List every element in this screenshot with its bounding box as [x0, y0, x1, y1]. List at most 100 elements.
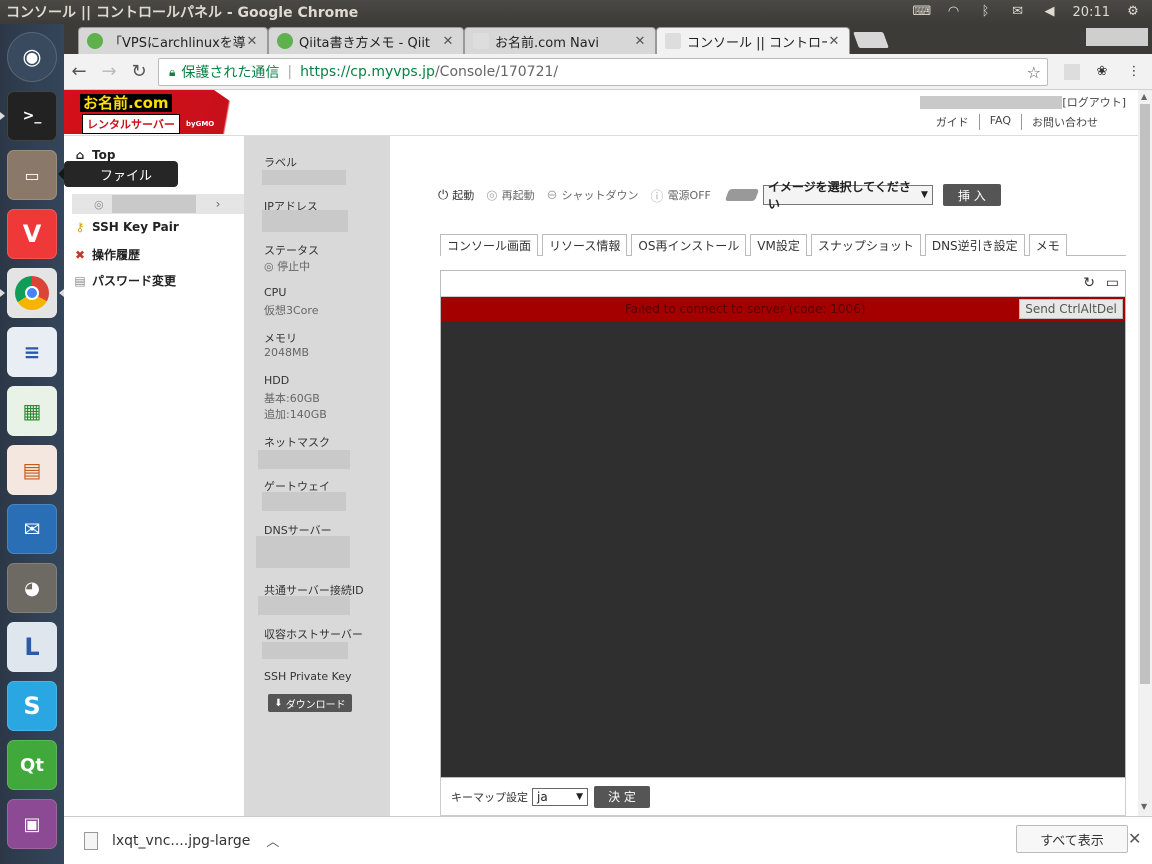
- power-off-option[interactable]: ⓘ 電源OFF: [651, 186, 711, 205]
- dns-value-redacted: [256, 536, 350, 568]
- tab-console-screen[interactable]: コンソール画面: [440, 234, 539, 256]
- netmask-value-redacted: [258, 450, 350, 469]
- insert-button[interactable]: 挿 入: [942, 184, 1001, 206]
- mail-icon[interactable]: ✉: [1009, 5, 1027, 19]
- host-label: 収容ホストサーバー: [264, 628, 363, 641]
- chevron-right-icon: ›: [215, 197, 221, 211]
- tab-console[interactable]: コンソール || コントロー ✕: [656, 27, 850, 54]
- guide-link[interactable]: ガイド: [926, 114, 979, 130]
- tab-close-icon[interactable]: ✕: [441, 34, 455, 49]
- tab-memo[interactable]: メモ: [1028, 234, 1067, 256]
- fullscreen-icon[interactable]: ▭: [1106, 275, 1119, 291]
- qt-creator-icon[interactable]: Qt: [7, 740, 57, 790]
- tab-dns-reverse[interactable]: DNS逆引き設定: [924, 234, 1025, 256]
- tab-archlinux[interactable]: 「VPSにarchlinuxを導 ✕: [78, 27, 268, 54]
- menu-password[interactable]: ▤ パスワード変更: [72, 272, 176, 289]
- netmask-label: ネットマスク: [264, 436, 330, 449]
- scroll-up-icon[interactable]: ▲: [1141, 92, 1147, 101]
- writer-icon[interactable]: ≡: [7, 327, 57, 377]
- new-tab-button[interactable]: [853, 32, 889, 48]
- power-start-option[interactable]: ⏻ 起動: [438, 187, 474, 203]
- back-icon[interactable]: ←: [64, 61, 94, 82]
- reload-icon[interactable]: ↻: [124, 61, 154, 82]
- tab-close-icon[interactable]: ✕: [827, 34, 841, 49]
- wifi-icon[interactable]: ◠: [945, 5, 963, 19]
- keyboard-icon[interactable]: ⌨: [913, 5, 932, 19]
- chrome-icon[interactable]: [7, 268, 57, 318]
- skype-icon[interactable]: S: [7, 681, 57, 731]
- workspace-switcher-icon[interactable]: ▣: [7, 799, 57, 849]
- url-path: /Console/170721/: [434, 64, 559, 80]
- page-viewport: お名前.com レンタルサーバー byGMO [ログアウト] ガイド FAQ お…: [64, 90, 1138, 816]
- ubuntu-dash-icon[interactable]: ◉: [7, 32, 57, 82]
- power-shutdown-option[interactable]: ⊖ シャットダウン: [547, 187, 639, 203]
- tab-resources[interactable]: リソース情報: [542, 234, 628, 256]
- impress-icon[interactable]: ▤: [7, 445, 57, 495]
- power-restart-option[interactable]: ◎ 再起動: [486, 187, 534, 203]
- bluetooth-icon[interactable]: ᛒ: [977, 5, 995, 19]
- menu-top-label: Top: [92, 148, 116, 162]
- qiita-favicon-icon: [277, 33, 293, 49]
- gimp-icon[interactable]: ◕: [7, 563, 57, 613]
- tab-vm-settings[interactable]: VM設定: [750, 234, 807, 256]
- volume-icon[interactable]: ◀: [1041, 5, 1059, 19]
- browser-toolbar: ← → ↻ 🔒︎ 保護された通信 | https://cp.myvps.jp /…: [64, 54, 1152, 90]
- tab-close-icon[interactable]: ✕: [245, 34, 259, 49]
- tab-onamae-navi[interactable]: お名前.com Navi ✕: [464, 27, 656, 54]
- download-button[interactable]: ⬇ ダウンロード: [268, 694, 352, 712]
- menu-ssh-key-pair[interactable]: ⚷ SSH Key Pair: [72, 220, 179, 234]
- vivaldi-icon[interactable]: V: [7, 209, 57, 259]
- forward-icon[interactable]: →: [94, 61, 124, 82]
- window-controls[interactable]: [1086, 28, 1148, 46]
- onamae-logo[interactable]: お名前.com レンタルサーバー byGMO: [64, 90, 278, 134]
- secure-label: 保護された通信: [181, 65, 280, 81]
- extension-icon[interactable]: [1064, 64, 1080, 80]
- tab-os-reinstall[interactable]: OS再インストール: [631, 234, 747, 256]
- files-icon[interactable]: ▭: [7, 150, 57, 200]
- status-value: ◎ 停止中: [264, 260, 311, 273]
- tab-title: Qiita書き方メモ - Qiit: [299, 35, 431, 51]
- vnc-screen[interactable]: [441, 321, 1125, 777]
- console-panel: ↻ ▭ Failed to connect to server (code: 1…: [440, 270, 1126, 778]
- thunderbird-icon[interactable]: ✉: [7, 504, 57, 554]
- logout-link[interactable]: [ログアウト]: [1062, 94, 1126, 110]
- show-all-button[interactable]: すべて表示: [1016, 825, 1128, 853]
- chevron-up-icon[interactable]: ︿: [266, 831, 279, 850]
- power-restart-label: 再起動: [501, 189, 535, 202]
- lock-icon: 🔒︎: [169, 64, 176, 79]
- tab-snapshot[interactable]: スナップショット: [810, 234, 921, 256]
- scroll-thumb[interactable]: [1140, 104, 1150, 684]
- menu-top[interactable]: ⌂ Top: [72, 148, 116, 162]
- refresh-icon[interactable]: ↻: [1083, 275, 1095, 291]
- onamae-favicon-icon: [665, 33, 681, 49]
- hdd-extra: 追加:140GB: [264, 408, 327, 421]
- calc-icon[interactable]: ▦: [7, 386, 57, 436]
- image-select[interactable]: イメージを選択してください ▼: [762, 180, 933, 211]
- scroll-down-icon[interactable]: ▼: [1141, 802, 1147, 811]
- installer-icon[interactable]: L: [7, 622, 57, 672]
- send-ctrl-alt-del-button[interactable]: Send CtrlAltDel: [1019, 299, 1123, 319]
- download-item[interactable]: lxqt_vnc....jpg-large ︿: [84, 831, 279, 850]
- onamae-favicon-icon: [473, 33, 489, 49]
- menu-kebab-icon[interactable]: ⋮: [1126, 64, 1142, 80]
- password-icon: ▤: [74, 273, 86, 288]
- tab-close-icon[interactable]: ✕: [633, 34, 647, 49]
- address-bar[interactable]: 🔒︎ 保護された通信 | https://cp.myvps.jp /Consol…: [158, 58, 1048, 86]
- clock[interactable]: 20:11: [1073, 5, 1110, 20]
- keymap-select[interactable]: ja ▼: [532, 787, 588, 806]
- terminal-icon[interactable]: >_: [7, 91, 57, 141]
- menu-history[interactable]: ✖ 操作履歴: [72, 246, 140, 263]
- contact-link[interactable]: お問い合わせ: [1021, 114, 1108, 130]
- page-scrollbar[interactable]: ▲ ▼: [1138, 90, 1152, 816]
- running-indicator: [0, 289, 5, 297]
- bookmark-star-icon[interactable]: ☆: [1027, 63, 1041, 82]
- keymap-apply-button[interactable]: 決 定: [594, 785, 650, 808]
- power-icon[interactable]: ⚙: [1124, 5, 1142, 19]
- server-item[interactable]: ◎ ›: [72, 194, 244, 214]
- logo-gmo: byGMO: [186, 120, 215, 128]
- close-shelf-icon[interactable]: ✕: [1128, 829, 1141, 848]
- tab-qiita-memo[interactable]: Qiita書き方メモ - Qiit ✕: [268, 27, 464, 54]
- gnome-extension-icon[interactable]: ❀: [1094, 64, 1110, 80]
- menu-history-label: 操作履歴: [92, 248, 141, 262]
- faq-link[interactable]: FAQ: [978, 114, 1021, 130]
